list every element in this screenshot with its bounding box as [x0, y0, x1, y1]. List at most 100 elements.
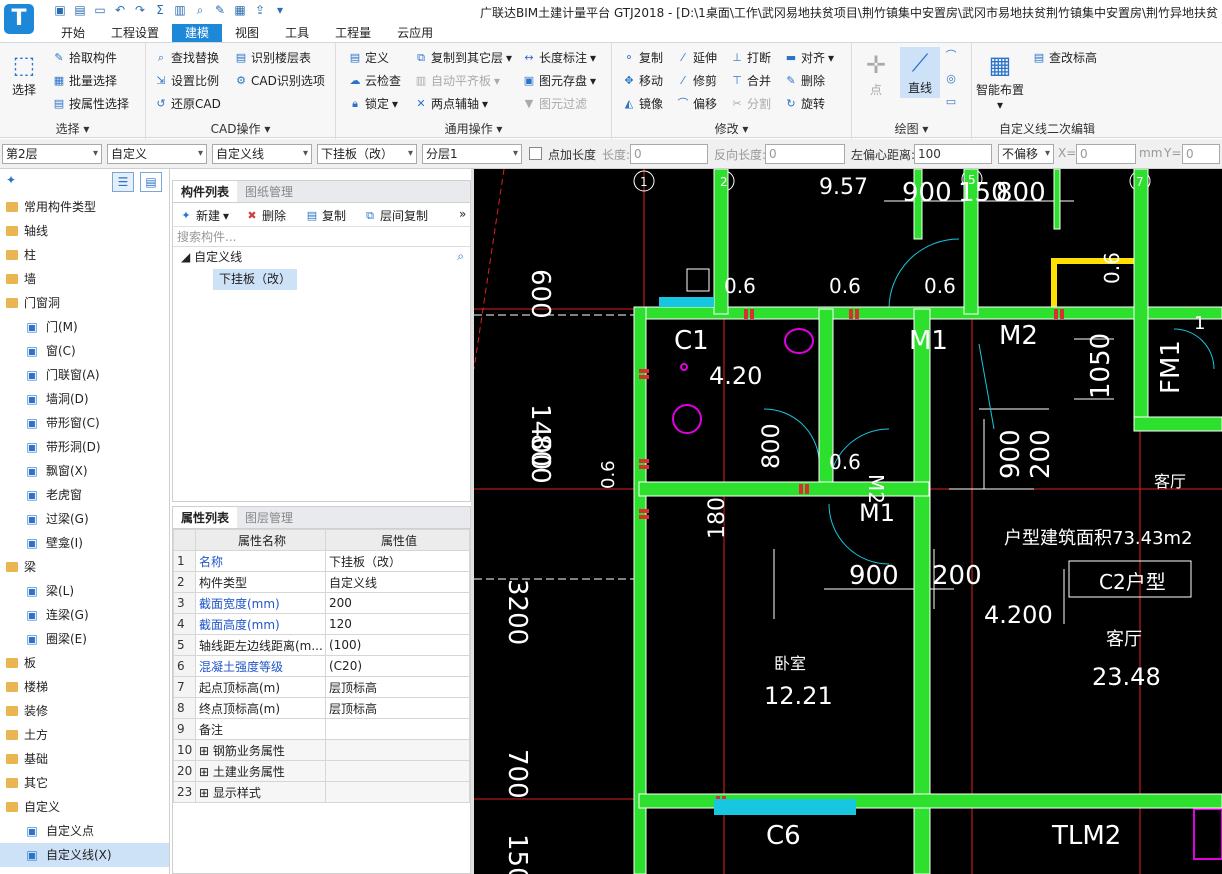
nav-item[interactable]: ▣ 梁(L) [0, 579, 169, 603]
find-replace-button[interactable]: ⌕ 查找替换 [154, 49, 219, 66]
nav-item[interactable]: ▣ 门联窗(A) [0, 363, 169, 387]
layer-select[interactable]: 分层1 [422, 144, 522, 164]
property-value[interactable]: (C20) [325, 655, 470, 677]
identify-floor-table-button[interactable]: ▤ 识别楼层表 [234, 49, 311, 66]
no-offset-select[interactable]: 不偏移 [998, 144, 1054, 164]
nav-item[interactable]: 柱 [0, 243, 169, 267]
property-value[interactable]: 自定义线 [325, 571, 470, 593]
property-row[interactable]: 6 混凝土强度等级 (C20) [173, 655, 470, 677]
property-value[interactable] [325, 760, 470, 782]
rotate-button[interactable]: ↻ 旋转 [784, 95, 825, 112]
property-row[interactable]: 9 备注 [173, 718, 470, 740]
expand-icon[interactable]: ⊞ [199, 744, 213, 758]
nav-item[interactable]: ▣ 带形洞(D) [0, 435, 169, 459]
floor-select[interactable]: 第2层 [2, 144, 102, 164]
nav-item[interactable]: ▣ 壁龛(I) [0, 531, 169, 555]
collapse-icon[interactable]: ◢ [181, 250, 190, 264]
nav-item[interactable]: ▣ 自定义线(X) [0, 843, 169, 867]
add-length-checkbox[interactable] [529, 147, 542, 160]
menu-project-settings[interactable]: 工程设置 [98, 24, 172, 42]
property-value[interactable] [325, 739, 470, 761]
copy-to-floor-button[interactable]: ⧉ 复制到其它层 ▾ [414, 49, 512, 66]
property-value[interactable]: (100) [325, 634, 470, 656]
align-button[interactable]: ▬ 对齐 ▾ [784, 49, 834, 66]
x-input[interactable]: 0 [1076, 144, 1136, 164]
nav-item[interactable]: ▣ 门(M) [0, 315, 169, 339]
nav-item[interactable]: ▣ 自定义点 [0, 819, 169, 843]
subtype-select[interactable]: 自定义线 [212, 144, 312, 164]
menu-cloud[interactable]: 云应用 [384, 24, 446, 42]
nav-item[interactable]: 板 [0, 651, 169, 675]
nav-item[interactable]: 装修 [0, 699, 169, 723]
length-input[interactable]: 0 [630, 144, 708, 164]
offset-input[interactable]: 100 [914, 144, 992, 164]
nav-item[interactable]: ▣ 飘窗(X) [0, 459, 169, 483]
define-button[interactable]: ▤ 定义 [348, 49, 389, 66]
nav-item[interactable]: 墙 [0, 267, 169, 291]
more-icon[interactable]: » [459, 207, 466, 221]
report-icon[interactable]: ▥ [172, 2, 188, 18]
nav-item[interactable]: 楼梯 [0, 675, 169, 699]
pick-component-button[interactable]: ✎ 拾取构件 [52, 49, 117, 66]
tab-component-list[interactable]: 构件列表 [173, 181, 238, 202]
export-icon[interactable]: ⇪ [252, 2, 268, 18]
property-row[interactable]: 4 截面高度(mm) 120 [173, 613, 470, 635]
y-input[interactable]: 0 [1182, 144, 1220, 164]
line-button[interactable]: ⟋ 直线 [900, 47, 940, 98]
property-row[interactable]: 7 起点顶标高(m) 层顶标高 [173, 676, 470, 698]
tree-root[interactable]: ◢ 自定义线 [181, 247, 242, 268]
property-row[interactable]: 20 ⊞ 土建业务属性 [173, 760, 470, 782]
batch-select-button[interactable]: ▦ 批量选择 [52, 72, 117, 89]
property-row[interactable]: 23 ⊞ 显示样式 [173, 781, 470, 803]
select-button[interactable]: ⬚ 选择 [8, 49, 40, 98]
nav-item[interactable]: 门窗洞 [0, 291, 169, 315]
set-scale-button[interactable]: ⇲ 设置比例 [154, 72, 219, 89]
save-icon[interactable]: ▣ [52, 2, 68, 18]
property-value[interactable] [325, 718, 470, 740]
auto-flush-button[interactable]: ▥ 自动平齐板 ▾ [414, 72, 500, 89]
trim-button[interactable]: ⁄ 修剪 [676, 72, 717, 89]
property-row[interactable]: 3 截面宽度(mm) 200 [173, 592, 470, 614]
menu-tools[interactable]: 工具 [272, 24, 322, 42]
save-element-button[interactable]: ▣ 图元存盘 ▾ [522, 72, 596, 89]
nav-item[interactable]: 基础 [0, 747, 169, 771]
mirror-button[interactable]: ◭ 镜像 [622, 95, 663, 112]
reverse-length-input[interactable]: 0 [765, 144, 845, 164]
undo-icon[interactable]: ↶ [112, 2, 128, 18]
delete-button[interactable]: ✎ 删除 [784, 72, 825, 89]
property-value[interactable]: 下挂板（改） [325, 550, 470, 572]
restore-cad-button[interactable]: ↺ 还原CAD [154, 95, 220, 112]
list-view-icon[interactable]: ☰ [112, 172, 134, 192]
property-row[interactable]: 10 ⊞ 钢筋业务属性 [173, 739, 470, 761]
offset-button[interactable]: ⌒ 偏移 [676, 95, 718, 112]
arc-button[interactable]: ⌒ [944, 49, 958, 63]
circle-button[interactable]: ◎ [944, 72, 958, 86]
menu-modeling[interactable]: 建模 [172, 24, 223, 42]
delete-component-button[interactable]: ✖ 删除 [245, 207, 286, 224]
rect-button[interactable]: ▭ [944, 95, 958, 109]
tab-layer-management[interactable]: 图层管理 [237, 507, 301, 528]
nav-item[interactable]: ▣ 老虎窗 [0, 483, 169, 507]
property-row[interactable]: 5 轴线距左边线距离(m... (100) [173, 634, 470, 656]
dropdown-icon[interactable]: ▾ [272, 2, 288, 18]
pen-icon[interactable]: ✎ [212, 2, 228, 18]
menu-quantity[interactable]: 工程量 [322, 24, 384, 42]
edit-elevation-button[interactable]: ▤ 查改标高 [1032, 49, 1097, 66]
select-by-attr-button[interactable]: ▤ 按属性选择 [52, 95, 129, 112]
nav-item[interactable]: 自定义 [0, 795, 169, 819]
nav-item[interactable]: 其它 [0, 771, 169, 795]
expand-icon[interactable]: ⊞ [199, 786, 213, 800]
open-file-icon[interactable]: ▭ [92, 2, 108, 18]
property-row[interactable]: 8 终点顶标高(m) 层顶标高 [173, 697, 470, 719]
point-button[interactable]: ✛ 点 [860, 49, 892, 98]
new-component-button[interactable]: ✦ 新建 ▾ [179, 207, 229, 224]
search-doc-icon[interactable]: ⌕ [192, 2, 208, 18]
property-row[interactable]: 1 名称 下挂板（改） [173, 550, 470, 572]
expand-icon[interactable]: ⊞ [199, 765, 213, 779]
property-value[interactable]: 层顶标高 [325, 697, 470, 719]
cloud-check-button[interactable]: ☁ 云检查 [348, 72, 402, 89]
property-value[interactable]: 120 [325, 613, 470, 635]
nav-item[interactable]: ▣ 过梁(G) [0, 507, 169, 531]
type-select[interactable]: 自定义 [107, 144, 207, 164]
property-value[interactable]: 层顶标高 [325, 676, 470, 698]
